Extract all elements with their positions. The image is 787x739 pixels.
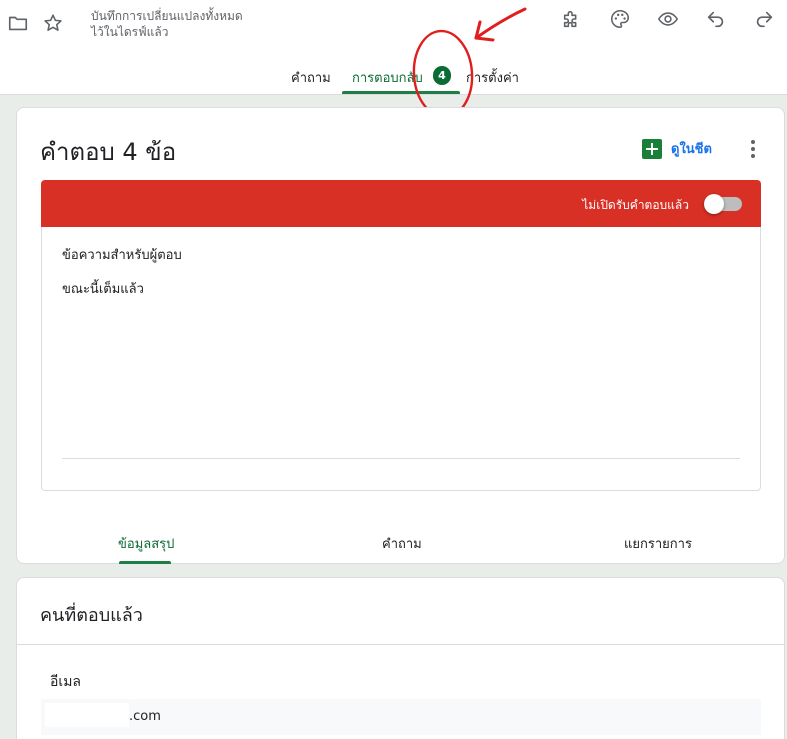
preview-eye-icon[interactable]: [655, 6, 681, 32]
respondents-card: คนที่ตอบแล้ว อีเมล .com: [16, 577, 785, 739]
email-list-item[interactable]: .com: [41, 699, 761, 735]
respondents-divider: [17, 644, 784, 645]
email-redacted-block: [45, 703, 129, 727]
sheets-icon: [642, 138, 662, 159]
save-status: บันทึกการเปลี่ยนแปลงทั้งหมด ไว้ในไดรฟ์แล…: [91, 8, 243, 40]
more-options-icon[interactable]: [743, 138, 763, 160]
respondent-message-box[interactable]: ข้อความสำหรับผู้ตอบ ขณะนี้เต็มแล้ว: [41, 227, 761, 491]
message-underline: [62, 458, 740, 459]
respondent-message-text[interactable]: ขณะนี้เต็มแล้ว: [62, 278, 144, 299]
top-bar: บันทึกการเปลี่ยนแปลงทั้งหมด ไว้ในไดรฟ์แล…: [0, 0, 787, 95]
respondents-title: คนที่ตอบแล้ว: [40, 605, 143, 626]
accepting-responses-toggle[interactable]: [704, 194, 742, 214]
responses-title: คำตอบ 4 ข้อ: [40, 138, 177, 166]
email-field-label: อีเมล: [50, 674, 82, 690]
undo-icon[interactable]: [703, 6, 729, 32]
tab-settings[interactable]: การตั้งค่า: [466, 62, 519, 95]
responses-card: คำตอบ 4 ข้อ ดูในชีต ไม่เปิดรับคำตอบแล้ว …: [16, 107, 785, 564]
tab-question[interactable]: คำถาม: [382, 533, 422, 554]
active-subtab-indicator: [119, 561, 171, 564]
view-in-sheets-label: ดูในชีต: [671, 142, 712, 157]
addon-icon[interactable]: [559, 6, 585, 32]
view-in-sheets-link[interactable]: ดูในชีต: [642, 138, 712, 159]
palette-icon[interactable]: [607, 6, 633, 32]
star-icon[interactable]: [40, 10, 66, 36]
tab-questions[interactable]: คำถาม: [291, 62, 331, 95]
redo-icon[interactable]: [751, 6, 777, 32]
accepting-responses-banner: ไม่เปิดรับคำตอบแล้ว: [41, 180, 761, 227]
folder-icon[interactable]: [5, 10, 31, 36]
email-suffix: .com: [129, 709, 161, 724]
active-tab-indicator: [342, 91, 460, 94]
tab-individual[interactable]: แยกรายการ: [624, 533, 692, 554]
response-count-badge: 4: [433, 66, 451, 85]
save-status-line1: บันทึกการเปลี่ยนแปลงทั้งหมด: [91, 9, 243, 23]
tab-summary[interactable]: ข้อมูลสรุป: [118, 533, 174, 554]
respondent-message-label: ข้อความสำหรับผู้ตอบ: [62, 248, 182, 263]
save-status-line2: ไว้ในไดรฟ์แล้ว: [91, 25, 169, 39]
accepting-status-label: ไม่เปิดรับคำตอบแล้ว: [582, 198, 689, 212]
